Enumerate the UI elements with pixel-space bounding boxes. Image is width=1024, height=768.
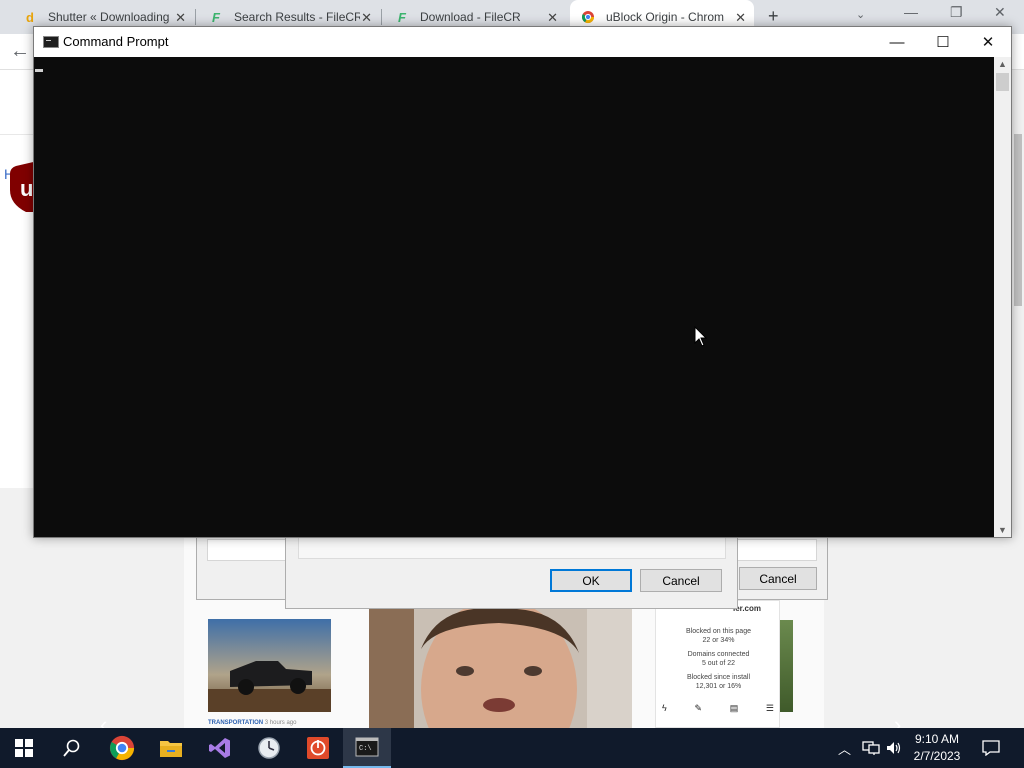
scroll-down-icon[interactable]: ▼: [998, 525, 1007, 535]
tab-separator: [381, 9, 382, 25]
blocked-page-label: Blocked on this page: [686, 628, 751, 635]
tab-separator: [195, 9, 196, 25]
domains-value: 5 out of 22: [701, 660, 736, 667]
close-icon[interactable]: ✕: [735, 10, 746, 26]
cancel-button[interactable]: Cancel: [739, 567, 817, 590]
close-icon[interactable]: ✕: [361, 10, 372, 26]
search-icon: [63, 739, 80, 757]
command-prompt-window[interactable]: Command Prompt — ☐ ✕ ▲ ▼: [33, 26, 1012, 538]
caption-category: TRANSPORTATION: [208, 720, 264, 726]
windows-logo-icon: [15, 739, 33, 757]
blocked-install-value: 12,301 or 16%: [695, 683, 742, 690]
tab-title: Shutter « Downloading: [48, 10, 170, 24]
search-button[interactable]: [48, 728, 96, 768]
close-icon[interactable]: ✕: [994, 4, 1006, 21]
maximize-button[interactable]: ☐: [920, 27, 966, 57]
clock-app-icon: [258, 737, 280, 759]
notifications-icon[interactable]: [982, 728, 1000, 768]
console-icon: [43, 36, 59, 48]
chrome-icon: [109, 735, 135, 761]
new-tab-button[interactable]: +: [768, 6, 779, 27]
mouse-pointer-icon: [694, 326, 708, 347]
folder-icon: [160, 741, 182, 757]
news-photo-image[interactable]: [369, 609, 632, 728]
taskbar-chrome[interactable]: [98, 728, 146, 768]
windows-taskbar: C:\ ︿ 9:10 AM 2/7/2023: [0, 728, 1024, 768]
caption-time: 3 hours ago: [264, 720, 297, 726]
truck-thumbnail-image[interactable]: [208, 619, 331, 712]
window-title: Command Prompt: [63, 34, 169, 49]
dialog-input[interactable]: [298, 537, 726, 559]
close-icon[interactable]: ✕: [547, 10, 558, 26]
taskbar-power-app[interactable]: [294, 728, 342, 768]
close-button[interactable]: ✕: [965, 27, 1011, 57]
tab-title: uBlock Origin - Chrom: [606, 10, 725, 24]
chrome-web-store-icon: [580, 9, 596, 25]
start-button[interactable]: [0, 728, 48, 768]
filecr-icon: F: [398, 9, 406, 25]
lightning-icon: ϟ: [662, 703, 667, 713]
taskbar-clock-app[interactable]: [245, 728, 293, 768]
eyedropper-icon: ✎: [694, 703, 702, 713]
svg-text:C:\: C:\: [359, 745, 372, 753]
minimize-icon[interactable]: —: [904, 4, 918, 20]
taskbar-visual-studio[interactable]: [196, 728, 244, 768]
logo-letter: u: [20, 176, 33, 201]
tab-title: Download - FileCR: [420, 10, 521, 24]
domains-label: Domains connected: [687, 651, 750, 658]
window-titlebar[interactable]: Command Prompt — ☐ ✕: [34, 27, 1011, 57]
close-icon[interactable]: ✕: [175, 10, 186, 26]
console-scrollbar[interactable]: ▲ ▼: [994, 57, 1011, 537]
ok-button[interactable]: OK: [550, 569, 632, 592]
visual-studio-icon: [209, 738, 230, 758]
command-prompt-icon: C:\: [355, 737, 379, 757]
side-image-edge: [780, 620, 793, 712]
back-arrow-icon[interactable]: ←: [10, 40, 30, 63]
filecr-icon: F: [212, 9, 220, 25]
foreground-dialog: OK Cancel: [285, 536, 738, 609]
volume-icon[interactable]: [886, 728, 902, 768]
console-output[interactable]: [34, 57, 994, 537]
system-clock[interactable]: 9:10 AM 2/7/2023: [906, 731, 968, 765]
power-icon: [307, 737, 329, 759]
taskbar-file-explorer[interactable]: [147, 728, 195, 768]
sliders-icon: ☰: [765, 703, 774, 713]
panel-tools: ϟ ✎ ▤ ☰: [662, 703, 774, 714]
blocked-page-value: 22 or 34%: [702, 637, 735, 644]
site-favicon-icon: d: [26, 9, 34, 25]
thumbnail-caption: TRANSPORTATION 3 hours ago: [208, 720, 296, 726]
scrollbar-thumb[interactable]: [996, 73, 1009, 91]
minimize-button[interactable]: —: [874, 27, 920, 57]
clock-time: 9:10 AM: [914, 732, 960, 746]
blocked-install-label: Blocked since install: [686, 674, 751, 681]
tab-search-icon[interactable]: ⌄: [856, 8, 865, 21]
network-icon[interactable]: [862, 728, 880, 768]
restore-icon[interactable]: ❐: [950, 4, 963, 21]
tab-title: Search Results - FileCR: [234, 10, 360, 24]
page-scrollbar[interactable]: [1012, 70, 1024, 728]
list-icon: ▤: [729, 703, 739, 713]
show-hidden-icons-icon[interactable]: ︿: [838, 728, 851, 768]
text-cursor: [35, 69, 43, 72]
clock-date: 2/7/2023: [913, 749, 961, 763]
cancel-button[interactable]: Cancel: [640, 569, 722, 592]
ublock-popup-screenshot: ler.com Blocked on this page 22 or 34% D…: [655, 600, 780, 728]
taskbar-command-prompt[interactable]: C:\: [343, 728, 391, 768]
scroll-up-icon[interactable]: ▲: [998, 59, 1007, 69]
scrollbar-thumb[interactable]: [1014, 134, 1022, 306]
